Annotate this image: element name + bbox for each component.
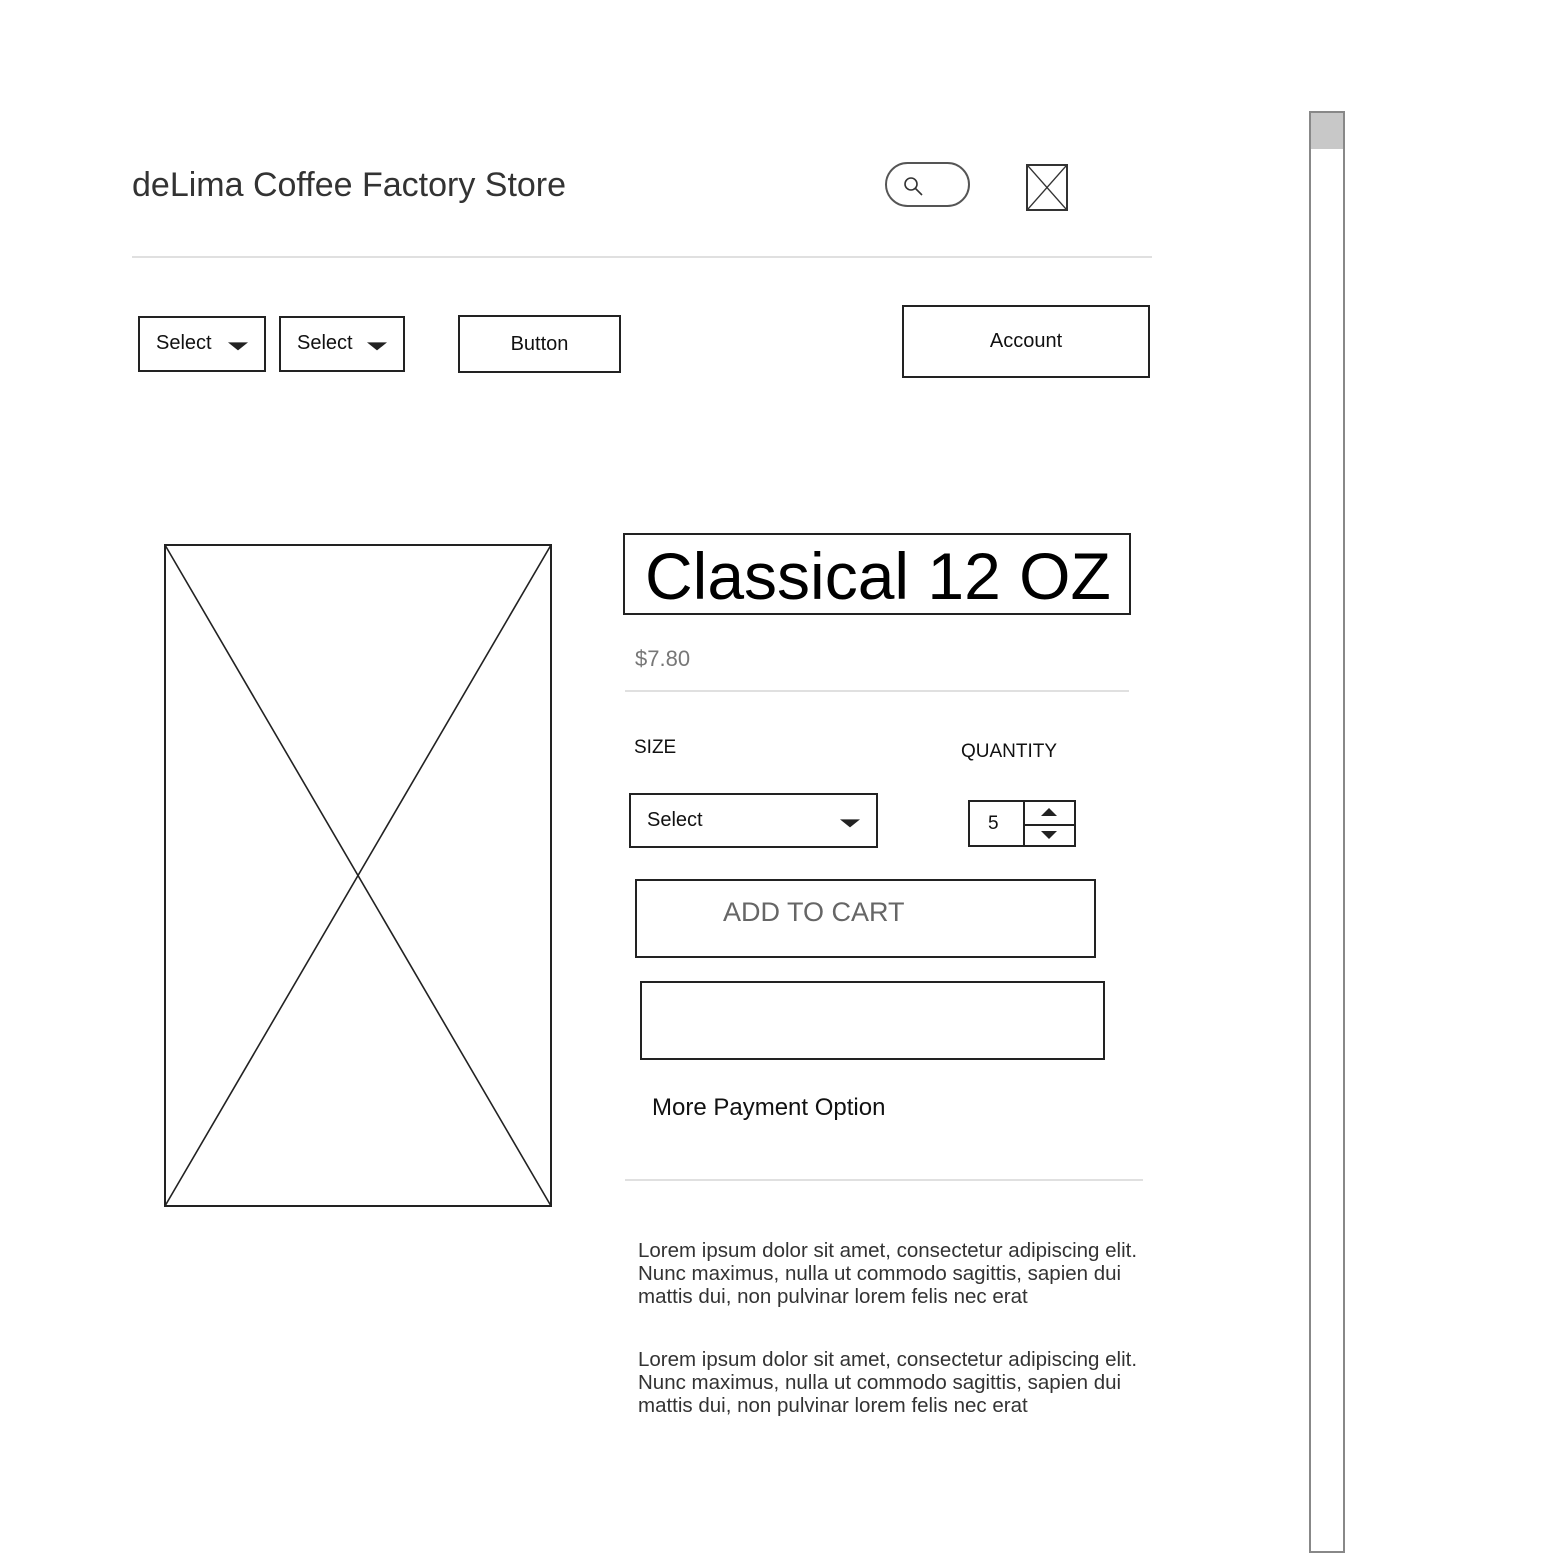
quantity-stepper[interactable]: 5 xyxy=(968,800,1076,847)
nav-select-1[interactable]: Select xyxy=(138,316,266,372)
chevron-down-icon xyxy=(367,342,387,351)
payment-divider xyxy=(625,1179,1143,1181)
account-button[interactable]: Account xyxy=(902,305,1150,378)
product-image-placeholder xyxy=(164,544,552,1207)
quantity-label: QUANTITY xyxy=(961,741,1058,762)
nav-select-1-label: Select xyxy=(156,332,212,355)
size-label: SIZE xyxy=(634,737,677,758)
stepper-middle-divider xyxy=(1023,823,1074,826)
product-title: Classical 12 OZ xyxy=(645,539,1111,613)
chevron-down-icon xyxy=(228,342,248,351)
payment-button[interactable] xyxy=(640,981,1105,1060)
header-divider xyxy=(132,256,1152,258)
description-paragraph-2: Lorem ipsum dolor sit amet, consectetur … xyxy=(638,1348,1138,1417)
image-placeholder-icon xyxy=(164,544,552,1207)
store-title: deLima Coffee Factory Store xyxy=(132,166,567,204)
header-image-placeholder[interactable] xyxy=(1026,164,1068,211)
search-icon xyxy=(904,177,923,196)
nav-select-2-label: Select xyxy=(297,332,353,355)
nav-button[interactable]: Button xyxy=(458,315,621,373)
more-payment-option-link[interactable]: More Payment Option xyxy=(652,1094,885,1122)
description-paragraph-1: Lorem ipsum dolor sit amet, consectetur … xyxy=(638,1239,1138,1308)
nav-select-2[interactable]: Select xyxy=(279,316,405,372)
add-to-cart-label: ADD TO CART xyxy=(723,897,905,927)
decrement-icon[interactable] xyxy=(1041,831,1057,839)
price-divider xyxy=(625,690,1129,692)
size-select-label: Select xyxy=(647,808,703,831)
vertical-scrollbar[interactable] xyxy=(1309,111,1345,1553)
scrollbar-thumb[interactable] xyxy=(1311,113,1343,149)
size-select[interactable]: Select xyxy=(629,793,878,848)
increment-icon[interactable] xyxy=(1041,808,1057,816)
quantity-value[interactable]: 5 xyxy=(988,813,999,835)
add-to-cart-button[interactable]: ADD TO CART xyxy=(635,879,1096,958)
product-title-box: Classical 12 OZ xyxy=(623,533,1131,615)
search-input[interactable] xyxy=(885,162,970,207)
product-price: $7.80 xyxy=(635,646,691,671)
chevron-down-icon xyxy=(840,818,860,827)
image-placeholder-icon xyxy=(1028,166,1066,209)
